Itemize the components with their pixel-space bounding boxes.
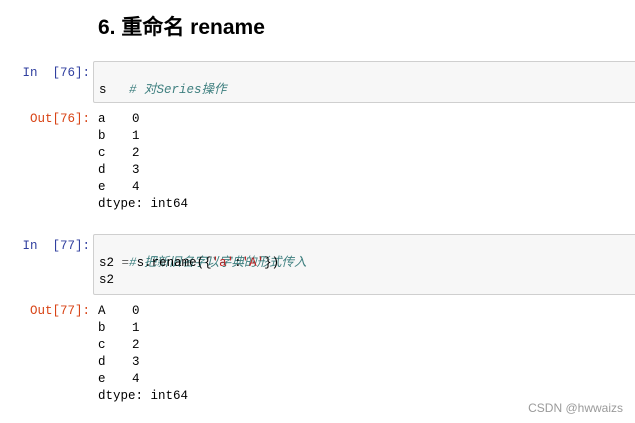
series-value: 2 [132, 146, 140, 160]
output-area-77: A0 b1 c2 d3 e4 dtype: int64 [98, 303, 188, 405]
series-index: c [98, 146, 106, 160]
code-line: # 把新旧名字以字典的形式传入 [99, 238, 632, 270]
code-comment: # 对Series操作 [129, 83, 227, 97]
series-index: A [98, 304, 106, 318]
code-colon: : [234, 256, 242, 270]
dtype-line: dtype: int64 [98, 389, 189, 403]
output-prompt-77: Out[77]: [29, 304, 90, 318]
series-value: 1 [132, 321, 140, 335]
series-value: 4 [132, 372, 140, 386]
series-value: 0 [132, 304, 140, 318]
series-index: b [98, 321, 106, 335]
series-value: 0 [132, 112, 140, 126]
watermark: CSDN @hwwaizs [528, 401, 623, 415]
output-row: c2 [98, 145, 188, 162]
output-row: c2 [98, 337, 188, 354]
dtype-line: dtype: int64 [98, 197, 189, 211]
series-value: 2 [132, 338, 140, 352]
series-value: 3 [132, 163, 140, 177]
output-row: b1 [98, 320, 188, 337]
series-index: c [98, 338, 106, 352]
code-line: # 对Series操作 [99, 65, 632, 97]
input-prompt-76: In [76]: [22, 66, 90, 80]
series-value: 4 [132, 180, 140, 194]
series-index: e [98, 372, 106, 386]
code-line: s2 [99, 273, 115, 287]
output-row: a0 [98, 111, 188, 128]
code-string: 'A' [241, 256, 265, 270]
code-cell-76[interactable]: # 对Series操作 s [93, 61, 635, 103]
output-row: A0 [98, 303, 188, 320]
code-cell-77[interactable]: # 把新旧名字以字典的形式传入 s2 = s.rename({'a':'A'})… [93, 234, 635, 295]
series-value: 1 [132, 129, 140, 143]
code-string: 'a' [211, 256, 235, 270]
output-row: e4 [98, 179, 188, 196]
output-row: d3 [98, 162, 188, 179]
output-prompt-76: Out[76]: [29, 112, 90, 126]
series-index: a [98, 112, 106, 126]
output-area-76: a0 b1 c2 d3 e4 dtype: int64 [98, 111, 188, 213]
code-operator: = [121, 256, 130, 270]
input-prompt-77: In [77]: [22, 239, 90, 253]
series-index: e [98, 180, 106, 194]
output-row: b1 [98, 128, 188, 145]
output-row: e4 [98, 371, 188, 388]
series-index: d [98, 163, 106, 177]
output-row: d3 [98, 354, 188, 371]
code-call: s.rename({ [136, 256, 212, 270]
code-var: s2 [99, 256, 115, 270]
code-call-close: }) [264, 256, 280, 270]
series-value: 3 [132, 355, 140, 369]
section-heading: 6. 重命名 rename [98, 16, 265, 39]
code-line: s2 = s.rename({'a':'A'}) [99, 255, 632, 272]
series-index: b [98, 129, 106, 143]
series-index: d [98, 355, 106, 369]
